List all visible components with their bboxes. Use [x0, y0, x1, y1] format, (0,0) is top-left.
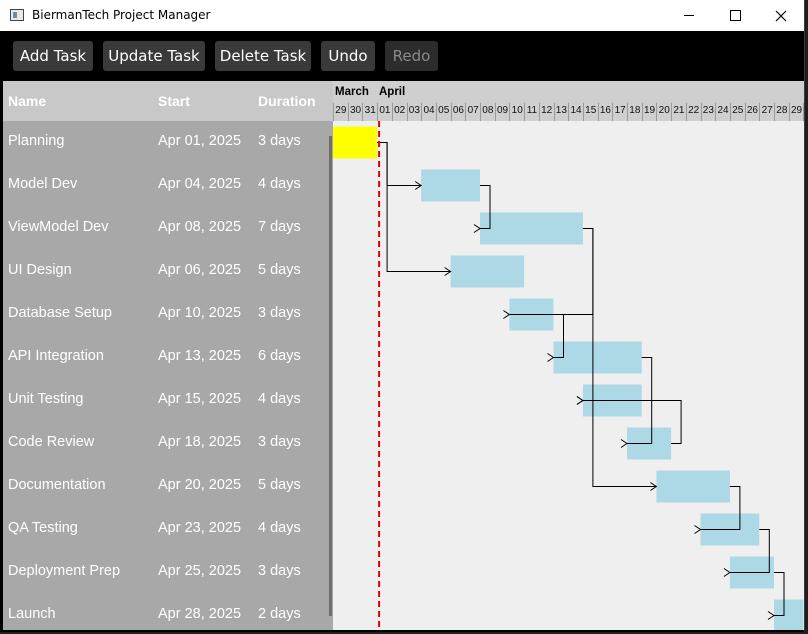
column-header-start[interactable]: Start	[158, 93, 190, 109]
window-title: BiermanTech Project Manager	[32, 8, 211, 22]
table-row[interactable]: ViewModel Dev Apr 08, 2025 7 days	[3, 207, 333, 250]
task-duration-cell: 3 days	[258, 434, 301, 450]
task-bar[interactable]	[421, 169, 480, 202]
grid-scrollbar[interactable]	[329, 136, 332, 616]
arrow-head-icon	[723, 568, 731, 577]
table-row[interactable]: Planning Apr 01, 2025 3 days	[3, 121, 333, 164]
task-name-cell: Launch	[8, 606, 56, 622]
maximize-button[interactable]	[712, 0, 758, 31]
task-duration-cell: 5 days	[258, 477, 301, 493]
task-grid: Name Start Duration Planning Apr 01, 2025…	[3, 81, 333, 630]
table-row[interactable]: Unit Testing Apr 15, 2025 4 days	[3, 379, 333, 422]
task-start-cell: Apr 04, 2025	[158, 176, 242, 192]
task-duration-cell: 4 days	[258, 520, 301, 536]
task-bar[interactable]	[480, 212, 583, 245]
arrow-head-icon	[547, 353, 555, 362]
task-start-cell: Apr 08, 2025	[158, 219, 242, 235]
arrow-head-icon	[576, 396, 584, 405]
task-start-cell: Apr 25, 2025	[158, 563, 242, 579]
close-button[interactable]	[758, 0, 804, 31]
task-bar[interactable]	[656, 470, 730, 503]
dependency-arrow	[377, 142, 422, 186]
task-duration-cell: 2 days	[258, 606, 301, 622]
column-header-duration[interactable]: Duration	[258, 93, 316, 109]
table-row[interactable]: Model Dev Apr 04, 2025 4 days	[3, 164, 333, 207]
gantt-canvas	[333, 121, 804, 631]
task-name-cell: Documentation	[8, 477, 106, 493]
table-row[interactable]: Documentation Apr 20, 2025 5 days	[3, 465, 333, 508]
task-bar[interactable]	[333, 126, 378, 159]
app-window: BiermanTech Project Manager Add Task Upd…	[0, 0, 805, 632]
task-name-cell: UI Design	[8, 262, 72, 278]
arrow-head-icon	[694, 525, 702, 534]
toolbar: Add Task Update Task Delete Task Undo Re…	[0, 31, 804, 81]
add-task-button[interactable]: Add Task	[13, 41, 93, 71]
app-icon	[10, 9, 24, 21]
table-row[interactable]: Database Setup Apr 10, 2025 3 days	[3, 293, 333, 336]
task-bar[interactable]	[450, 255, 525, 288]
table-row[interactable]: Deployment Prep Apr 25, 2025 3 days	[3, 551, 333, 594]
task-duration-cell: 3 days	[258, 133, 301, 149]
table-row[interactable]: Launch Apr 28, 2025 2 days	[3, 594, 333, 630]
task-start-cell: Apr 10, 2025	[158, 305, 242, 321]
task-duration-cell: 3 days	[258, 563, 301, 579]
task-start-cell: Apr 13, 2025	[158, 348, 242, 364]
task-duration-cell: 3 days	[258, 305, 301, 321]
grid-header: Name Start Duration	[3, 81, 333, 121]
title-bar: BiermanTech Project Manager	[0, 0, 804, 31]
maximize-icon	[729, 10, 741, 21]
task-duration-cell: 4 days	[258, 391, 301, 407]
task-start-cell: Apr 15, 2025	[158, 391, 242, 407]
column-header-name[interactable]: Name	[8, 93, 46, 109]
task-name-cell: Planning	[8, 133, 65, 149]
arrow-head-icon	[767, 611, 775, 620]
arrow-head-icon	[473, 224, 481, 233]
arrow-head-icon	[620, 439, 628, 448]
table-row[interactable]: API Integration Apr 13, 2025 6 days	[3, 336, 333, 379]
task-start-cell: Apr 01, 2025	[158, 133, 242, 149]
undo-button[interactable]: Undo	[321, 41, 375, 71]
task-start-cell: Apr 20, 2025	[158, 477, 242, 493]
task-start-cell: Apr 06, 2025	[158, 262, 242, 278]
task-name-cell: QA Testing	[8, 520, 78, 536]
task-start-cell: Apr 23, 2025	[158, 520, 242, 536]
close-icon	[775, 10, 787, 21]
arrow-head-icon	[503, 310, 511, 319]
task-duration-cell: 6 days	[258, 348, 301, 364]
dependency-arrow	[377, 142, 451, 272]
task-name-cell: Code Review	[8, 434, 95, 450]
delete-task-button[interactable]: Delete Task	[215, 41, 311, 71]
task-duration-cell: 4 days	[258, 176, 301, 192]
minimize-button[interactable]	[666, 0, 712, 31]
task-duration-cell: 7 days	[258, 219, 301, 235]
gantt-chart: March April 29 30 31 01 02 03 04 05 06 07 08 09 10 11…	[333, 81, 804, 630]
task-start-cell: Apr 18, 2025	[158, 434, 242, 450]
update-task-button[interactable]: Update Task	[103, 41, 205, 71]
task-name-cell: API Integration	[8, 348, 104, 364]
task-name-cell: ViewModel Dev	[8, 219, 109, 235]
task-name-cell: Unit Testing	[8, 391, 84, 407]
task-duration-cell: 5 days	[258, 262, 301, 278]
task-name-cell: Model Dev	[8, 176, 78, 192]
redo-button[interactable]: Redo	[385, 41, 438, 71]
task-bar[interactable]	[553, 341, 642, 374]
task-name-cell: Deployment Prep	[8, 563, 121, 579]
task-bar[interactable]	[774, 599, 804, 631]
task-start-cell: Apr 28, 2025	[158, 606, 242, 622]
task-name-cell: Database Setup	[8, 305, 112, 321]
table-row[interactable]: UI Design Apr 06, 2025 5 days	[3, 250, 333, 293]
minimize-icon	[684, 15, 694, 16]
table-row[interactable]: Code Review Apr 18, 2025 3 days	[3, 422, 333, 465]
table-row[interactable]: QA Testing Apr 23, 2025 4 days	[3, 508, 333, 551]
